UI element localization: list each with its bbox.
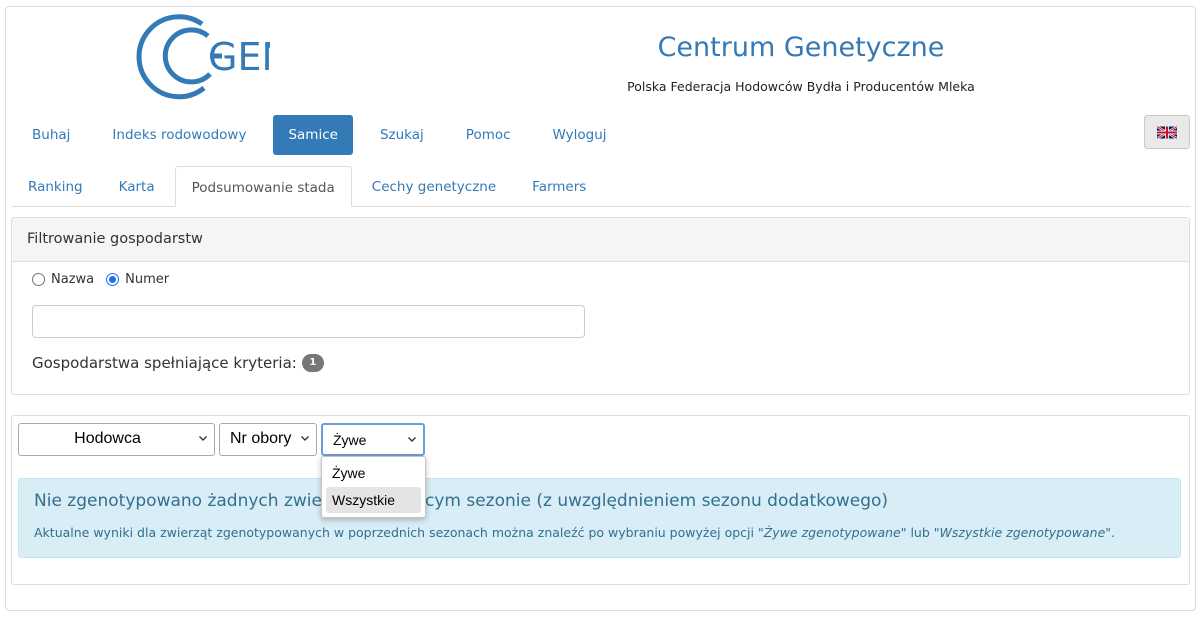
breeder-select[interactable]: Hodowca [18, 423, 215, 456]
cgen-logo[interactable]: GEN [130, 12, 290, 102]
radio-numer[interactable] [106, 273, 120, 286]
chevron-down-icon [199, 436, 207, 441]
nav-szukaj[interactable]: Szukaj [365, 115, 439, 155]
alert-description: Aktualne wyniki dla zwierząt zgenotypowa… [34, 525, 1115, 540]
tab-cechy-genetyczne[interactable]: Cechy genetyczne [356, 166, 512, 206]
match-count-row: Gospodarstwa spełniające kryteria: 1 [32, 354, 324, 372]
alert-desc-mid: lub [910, 525, 930, 540]
barn-select[interactable]: Nr obory [219, 423, 317, 456]
results-panel: Hodowca Nr obory Żywe Nie zgenotypowano … [11, 415, 1190, 585]
nav-wyloguj[interactable]: Wyloguj [538, 115, 622, 155]
nav-pomoc[interactable]: Pomoc [451, 115, 526, 155]
site-subtitle: Polska Federacja Hodowców Bydła i Produc… [627, 79, 975, 94]
alert-desc-suffix: . [1111, 525, 1116, 540]
status-select[interactable]: Żywe [321, 423, 425, 456]
status-option-zywe[interactable]: Żywe [326, 460, 421, 486]
alert-title: Nie zgenotypowano żadnych zwierząt w bie… [34, 491, 889, 511]
alert-quote-wszystkie: "Wszystkie zgenotypowane" [933, 525, 1112, 540]
radio-nazwa-label[interactable]: Nazwa [51, 272, 94, 287]
barn-select-value: Nr obory [230, 430, 292, 447]
status-option-wszystkie[interactable]: Wszystkie [326, 487, 421, 513]
chevron-down-icon [301, 436, 309, 441]
uk-flag-icon [1157, 125, 1177, 139]
tab-farmers[interactable]: Farmers [516, 166, 602, 206]
radio-nazwa[interactable] [32, 273, 45, 286]
nav-samice[interactable]: Samice [273, 115, 353, 155]
filter-heading: Filtrowanie gospodarstw [12, 218, 1189, 262]
alert-quote-zywe: "Żywe zgenotypowane" [757, 525, 907, 540]
status-select-value: Żywe [333, 432, 367, 448]
main-nav: Buhaj Indeks rodowodowy Samice Szukaj Po… [17, 115, 634, 155]
nav-indeks-rodowodowy[interactable]: Indeks rodowodowy [97, 115, 261, 155]
nav-buhaj[interactable]: Buhaj [17, 115, 85, 155]
language-button[interactable] [1144, 115, 1190, 149]
sub-tabs: Ranking Karta Podsumowanie stada Cechy g… [12, 166, 1190, 207]
radio-numer-label[interactable]: Numer [125, 272, 169, 287]
alert-desc-prefix: Aktualne wyniki dla zwierząt zgenotypowa… [34, 525, 754, 540]
tab-karta[interactable]: Karta [103, 166, 171, 206]
chevron-down-icon [408, 437, 416, 442]
status-dropdown-list: Żywe Wszystkie [321, 456, 426, 518]
farm-search-input[interactable] [32, 305, 585, 338]
match-label: Gospodarstwa spełniające kryteria: [32, 354, 297, 372]
logo-text: GEN [208, 35, 270, 79]
tab-ranking[interactable]: Ranking [12, 166, 99, 206]
tab-podsumowanie-stada[interactable]: Podsumowanie stada [174, 166, 352, 207]
filter-panel: Filtrowanie gospodarstw Nazwa Numer Gosp… [11, 217, 1190, 395]
breeder-select-value: Hodowca [74, 430, 141, 447]
search-mode-radios: Nazwa Numer [32, 272, 181, 287]
match-count-badge: 1 [301, 354, 324, 372]
logo-graphic: GEN [136, 14, 290, 100]
info-alert: Nie zgenotypowano żadnych zwierząt w bie… [18, 478, 1181, 558]
site-title: Centrum Genetyczne [657, 32, 945, 63]
